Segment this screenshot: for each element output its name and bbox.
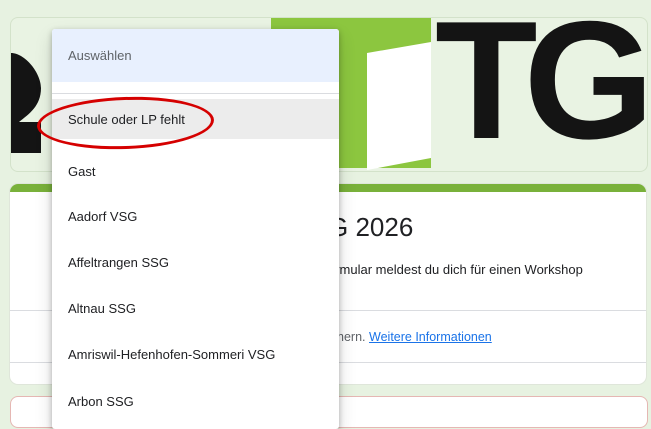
logo-tg-text: TG — [435, 17, 647, 172]
dropdown-option[interactable]: Altnau SSG — [52, 288, 339, 328]
dropdown-placeholder-option[interactable]: Auswählen — [52, 29, 339, 82]
dropdown-option[interactable]: Amriswil-Hefenhofen-Sommeri VSG — [52, 334, 339, 374]
dropdown-option[interactable]: Affeltrangen SSG — [52, 242, 339, 282]
dropdown-option[interactable]: Aadorf VSG — [52, 196, 339, 236]
dropdown-option[interactable]: Arbon SSG — [52, 381, 339, 421]
form-description: ormular meldest du dich für einen Worksh… — [328, 262, 583, 277]
form-title: G 2026 — [328, 212, 414, 242]
dropdown-option[interactable]: Schule oder LP fehlt — [52, 99, 339, 139]
more-info-link[interactable]: Weitere Informationen — [369, 330, 492, 344]
school-dropdown-list[interactable]: Auswählen Schule oder LP fehlt Gast Aado… — [52, 29, 339, 429]
dropdown-option[interactable]: Gast — [52, 151, 339, 191]
dropdown-separator — [52, 93, 339, 94]
form-info: ichern. Weitere Informationen — [328, 330, 492, 344]
